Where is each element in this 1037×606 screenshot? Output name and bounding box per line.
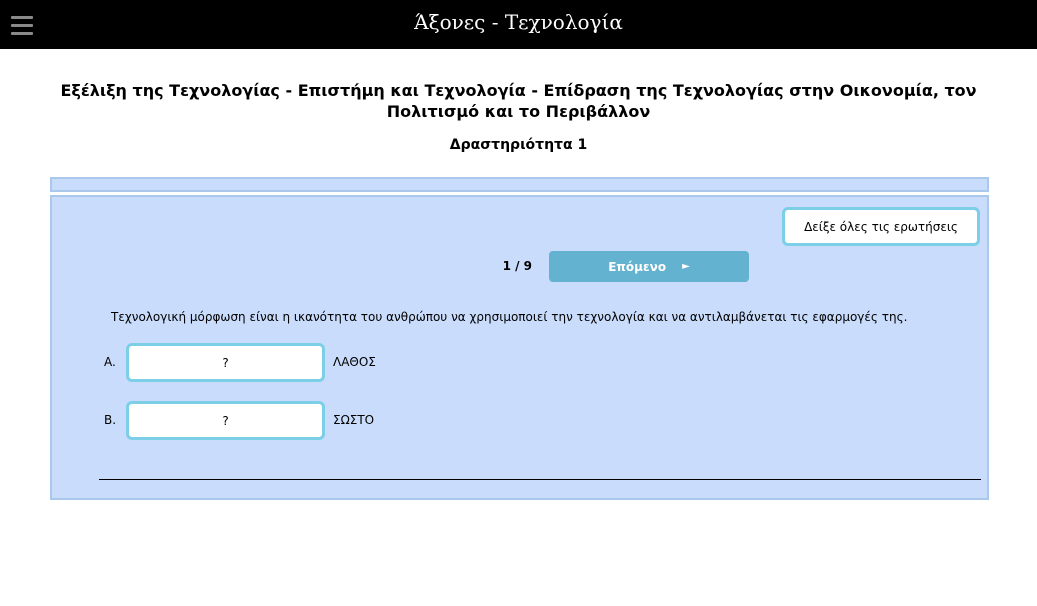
activity-title: Δραστηριότητα 1 [449, 137, 588, 153]
answer-drop-box-b[interactable]: ? [126, 401, 325, 440]
next-button-label: Επόμενο [608, 259, 667, 274]
quiz-panel: Δείξε όλες τις ερωτήσεις 1 / 9 Επόμενο ►… [50, 195, 989, 500]
panel-header-strip [50, 177, 989, 192]
question-counter: 1 / 9 [502, 259, 532, 273]
answer-letter: A. [104, 355, 116, 369]
question-text: Τεχνολογική μόρφωση είναι η ικανότητα το… [111, 310, 908, 324]
app-title: Άξονες - Τεχνολογία [414, 10, 623, 34]
play-arrow-icon: ► [682, 261, 690, 272]
answer-text-b[interactable]: ΣΩΣΤΟ [333, 413, 374, 427]
answer-letter: B. [104, 413, 117, 427]
show-all-questions-button[interactable]: Δείξε όλες τις ερωτήσεις [782, 207, 980, 246]
divider-line [99, 479, 981, 480]
next-button[interactable]: Επόμενο ► [549, 251, 749, 282]
answer-drop-box-a[interactable]: ? [126, 343, 325, 382]
page-title: Εξέλιξη της Τεχνολογίας - Επιστήμη και Τ… [60, 81, 977, 121]
answer-text-a[interactable]: ΛΑΘΟΣ [333, 355, 376, 369]
top-bar: Άξονες - Τεχνολογία [0, 0, 1037, 49]
